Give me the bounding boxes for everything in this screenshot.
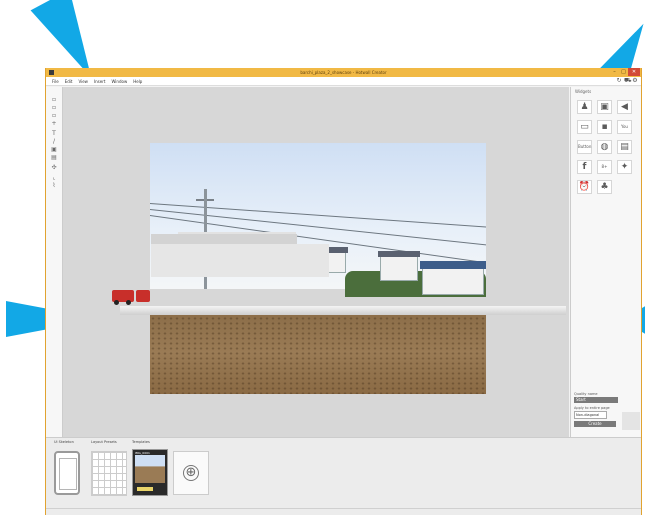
image-icon[interactable]: ▣ xyxy=(51,147,57,153)
twitter-icon[interactable]: ✦ xyxy=(617,160,632,174)
design-canvas[interactable] xyxy=(63,87,569,437)
plus-icon: ⊕ xyxy=(183,465,199,481)
apply-label: Apply to entire page xyxy=(574,406,610,410)
widgets-panel-title: Widgets xyxy=(575,89,592,94)
speaker-icon[interactable]: ◀ xyxy=(617,100,632,114)
menu-view[interactable]: View xyxy=(78,79,88,84)
placed-road-strip[interactable] xyxy=(120,306,566,315)
person-icon[interactable]: ♟ xyxy=(577,100,592,114)
bottom-panel: Ui Skeleton Layout Presets Templates IMG… xyxy=(46,437,641,510)
facebook-icon[interactable]: f xyxy=(577,160,592,174)
app-window: barchi_plaza_2_showcase - Hotwall Creato… xyxy=(45,68,642,515)
title-bar: barchi_plaza_2_showcase - Hotwall Creato… xyxy=(46,68,641,77)
house-roof-blue xyxy=(420,261,486,269)
start-button[interactable]: Start xyxy=(574,397,618,403)
gallery-icon[interactable]: ▤ xyxy=(617,140,632,154)
template-thumbnail xyxy=(135,455,165,483)
refresh-icon[interactable]: ↻ xyxy=(616,78,622,84)
layer-icon[interactable]: ▤ xyxy=(51,155,57,161)
house-roof xyxy=(378,251,420,257)
widgets-panel: Widgets ♟ ▣ ◀ ▭ ▪ You Button ◍ ▤ f 8+ ✦ … xyxy=(570,87,641,437)
alarm-icon[interactable]: ⏰ xyxy=(577,180,592,194)
window-title: barchi_plaza_2_showcase - Hotwall Creato… xyxy=(300,70,387,75)
house xyxy=(422,267,484,295)
layout-grid-tile[interactable] xyxy=(91,451,127,496)
group-icon[interactable]: ♣ xyxy=(597,180,612,194)
link-icon[interactable]: ✣ xyxy=(51,165,57,171)
device-phone[interactable] xyxy=(54,451,80,495)
close-button[interactable]: ✕ xyxy=(628,68,640,76)
menu-edit[interactable]: Edit xyxy=(65,79,73,84)
car-image[interactable] xyxy=(136,290,150,302)
car-wheel xyxy=(114,300,119,305)
scene-settings: Quality name Start Apply to entire page … xyxy=(574,392,640,430)
googleplus-icon[interactable]: 8+ xyxy=(597,160,612,174)
top-right-icons: ↻ ⛟ ⚙ xyxy=(616,78,638,84)
photo-ground-texture xyxy=(150,311,486,394)
cart-icon[interactable]: ⛟ xyxy=(624,78,632,84)
layout-label: Layout Presets xyxy=(91,440,117,444)
status-bar xyxy=(46,508,641,515)
preview-swatch xyxy=(622,412,640,430)
image-icon[interactable]: ▣ xyxy=(597,100,612,114)
select-icon[interactable]: ▫ xyxy=(51,97,57,103)
menu-file[interactable]: File xyxy=(52,79,59,84)
car-wheel xyxy=(126,300,131,305)
template-bar xyxy=(137,487,153,491)
menu-window[interactable]: Window xyxy=(111,79,127,84)
template-label: Templates xyxy=(132,440,150,444)
crop-icon[interactable]: ⌞ xyxy=(51,175,57,181)
scene-label: Quality name xyxy=(574,392,598,396)
zoom-icon[interactable]: + xyxy=(51,121,57,127)
path-icon[interactable]: ⌇ xyxy=(51,183,57,189)
template-tile[interactable]: IMG_0001 xyxy=(132,449,168,496)
add-page-button[interactable]: ⊕ xyxy=(173,451,209,495)
menu-help[interactable]: Help xyxy=(133,79,142,84)
layout-select[interactable]: Non-diagonal xyxy=(574,411,607,419)
maximize-button[interactable]: □ xyxy=(619,68,628,76)
video-icon[interactable]: ▪ xyxy=(597,120,612,134)
menu-insert[interactable]: Insert xyxy=(94,79,105,84)
create-button[interactable]: Create xyxy=(574,421,616,427)
rotate-icon[interactable]: ▫ xyxy=(51,113,57,119)
button-widget-icon[interactable]: Button xyxy=(577,140,592,154)
device-label: Ui Skeleton xyxy=(54,440,74,444)
move-icon[interactable]: ▫ xyxy=(51,105,57,111)
minimize-button[interactable]: – xyxy=(610,68,619,76)
placed-wall[interactable] xyxy=(151,244,329,277)
house xyxy=(380,255,418,281)
gear-icon[interactable]: ⚙ xyxy=(632,78,638,84)
device-screen xyxy=(59,458,77,490)
menu-bar: File Edit View Insert Window Help xyxy=(46,77,641,86)
left-toolbar: ▫ ▫ ▫ + T / ▣ ▤ ✣ ⌞ ⌇ xyxy=(46,87,63,437)
window-controls: – □ ✕ xyxy=(610,68,640,76)
globe-icon[interactable]: ◍ xyxy=(597,140,612,154)
youtube-icon[interactable]: You xyxy=(617,120,632,134)
pen-icon[interactable]: / xyxy=(51,139,57,145)
text-icon[interactable]: T xyxy=(51,131,57,137)
tablet-icon[interactable]: ▭ xyxy=(577,120,592,134)
